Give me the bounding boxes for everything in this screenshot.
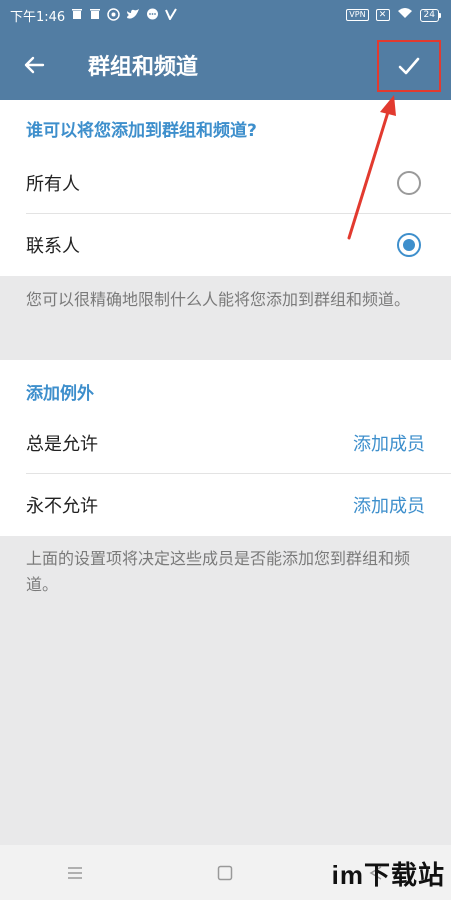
wifi-icon xyxy=(397,7,413,23)
option-contacts[interactable]: 联系人 xyxy=(0,214,451,276)
always-allow-label: 总是允许 xyxy=(26,434,98,455)
radio-everyone[interactable] xyxy=(397,171,421,195)
exceptions-section: 添加例外 总是允许 添加成员 永不允许 添加成员 xyxy=(0,360,451,536)
always-allow-row[interactable]: 总是允许 添加成员 xyxy=(0,412,451,474)
v-notification-icon xyxy=(165,8,178,22)
status-bar: 下午1:46 VPN ✕ 24 xyxy=(0,0,451,30)
menu-icon xyxy=(68,866,83,879)
who-can-add-heading: 谁可以将您添加到群组和频道? xyxy=(26,120,257,141)
never-allow-label: 永不允许 xyxy=(26,496,98,517)
check-icon xyxy=(398,57,420,75)
who-can-add-info: 您可以很精确地限制什么人能将您添加到群组和频道。 xyxy=(26,290,411,309)
page-title: 群组和频道 xyxy=(88,55,199,80)
back-arrow-icon xyxy=(24,56,45,74)
done-button[interactable] xyxy=(377,40,441,92)
always-allow-add-members[interactable]: 添加成员 xyxy=(353,430,425,456)
option-everyone-label: 所有人 xyxy=(26,174,80,195)
whatsapp-notification-icon xyxy=(107,7,120,23)
battery-level: 24 xyxy=(419,8,439,22)
trash-notification-icon-2 xyxy=(89,8,101,22)
no-sim-icon: ✕ xyxy=(375,9,390,21)
never-allow-add-members[interactable]: 添加成员 xyxy=(353,492,425,518)
chat-notification-icon xyxy=(146,8,159,23)
radio-contacts[interactable] xyxy=(397,233,421,257)
option-everyone[interactable]: 所有人 xyxy=(0,152,451,214)
vpn-badge: VPN xyxy=(346,9,369,21)
nav-menu-button[interactable] xyxy=(55,853,95,893)
nav-home-button[interactable] xyxy=(205,853,245,893)
back-button[interactable] xyxy=(0,30,68,100)
never-allow-row[interactable]: 永不允许 添加成员 xyxy=(0,474,451,536)
watermark: im下载站 xyxy=(331,860,445,890)
who-can-add-section: 谁可以将您添加到群组和频道? 所有人 联系人 xyxy=(0,100,451,276)
status-left: 下午1:46 xyxy=(10,6,178,25)
exceptions-heading: 添加例外 xyxy=(26,383,94,404)
twitter-notification-icon xyxy=(126,8,140,22)
option-contacts-label: 联系人 xyxy=(26,236,80,257)
status-right: VPN ✕ 24 xyxy=(346,7,441,23)
app-bar: 群组和频道 xyxy=(0,30,451,100)
exceptions-info: 上面的设置项将决定这些成员是否能添加您到群组和频道。 xyxy=(26,549,411,594)
status-time: 下午1:46 xyxy=(10,9,66,25)
battery-icon: 24 xyxy=(419,8,441,22)
trash-notification-icon xyxy=(71,8,83,22)
home-icon xyxy=(218,865,233,880)
